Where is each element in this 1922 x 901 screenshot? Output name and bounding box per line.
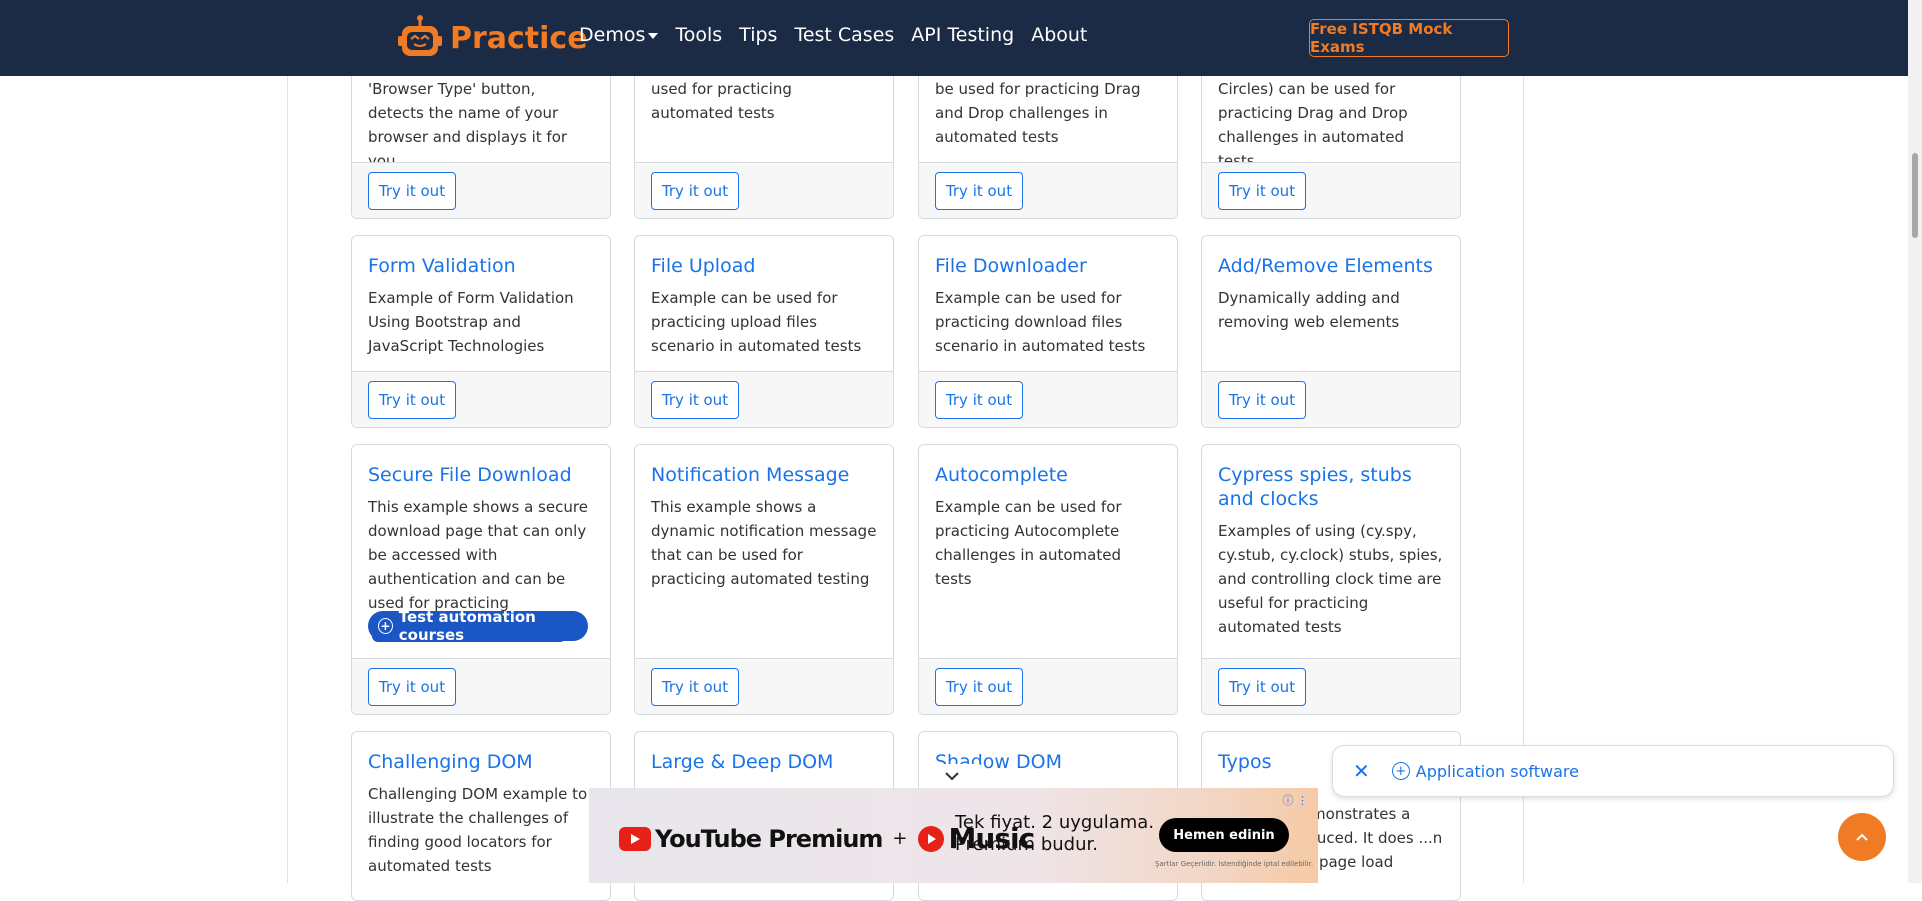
card-file-downloader: File Downloader Example can be used for … <box>918 235 1178 428</box>
card-text: Dynamically adding and removing web elem… <box>1218 289 1400 331</box>
brand-name: Practice <box>450 20 588 56</box>
card-text: used for practicing automated tests <box>651 80 792 122</box>
robot-logo-icon <box>398 15 442 56</box>
card-title[interactable]: Cypress spies, stubs and clocks <box>1218 463 1444 511</box>
test-automation-courses-chip[interactable]: + Test automation courses <box>368 608 588 644</box>
brand[interactable]: Practice <box>396 14 588 62</box>
free-istqb-mock-exams-button[interactable]: Free ISTQB Mock Exams <box>1309 19 1509 57</box>
caret-down-icon <box>648 32 659 39</box>
card-title[interactable]: File Downloader <box>935 254 1161 278</box>
card-title[interactable]: Notification Message <box>651 463 877 487</box>
nav-links: Demos Tools Tips Test Cases API Testing … <box>579 24 1104 46</box>
card-footer: Try it out <box>635 162 893 218</box>
ad-cta-button[interactable]: Hemen edinin <box>1159 818 1289 852</box>
card-text: Examples of using (cy.spy, cy.stub, cy.c… <box>1218 522 1443 636</box>
chevron-up-icon <box>1856 833 1868 841</box>
card-footer: Try it out <box>635 658 893 714</box>
try-it-out-button[interactable]: Try it out <box>935 668 1023 706</box>
card-file-upload: File Upload Example can be used for prac… <box>634 235 894 428</box>
plus-circle-icon: + <box>378 618 393 634</box>
try-it-out-button[interactable]: Try it out <box>368 668 456 706</box>
card-title[interactable]: Add/Remove Elements <box>1218 254 1444 278</box>
card-title[interactable]: Autocomplete <box>935 463 1161 487</box>
container-border-left <box>287 76 288 883</box>
card-text: Example can be used for practicing uploa… <box>651 289 862 355</box>
card-cypress-spies: Cypress spies, stubs and clocks Examples… <box>1201 444 1461 715</box>
card-text: 'Browser Type' button, detects the name … <box>368 80 568 170</box>
nav-demos-dropdown[interactable]: Demos <box>579 24 659 46</box>
nav-tips[interactable]: Tips <box>739 24 777 46</box>
card-footer: Try it out <box>635 371 893 427</box>
chip-label: Test automation courses <box>398 608 536 644</box>
card-text: Challenging DOM example to illustrate th… <box>368 785 588 875</box>
try-it-out-button[interactable]: Try it out <box>368 381 456 419</box>
card-footer: Try it out <box>352 658 610 714</box>
scrollbar-thumb[interactable] <box>1912 153 1918 238</box>
back-to-top-button[interactable] <box>1838 813 1886 861</box>
try-it-out-button[interactable]: Try it out <box>651 668 739 706</box>
card-footer: Try it out <box>1202 371 1460 427</box>
card-title[interactable]: Form Validation <box>368 254 594 278</box>
plus-circle-icon: + <box>1391 762 1410 780</box>
card-text: Example can be used for practicing downl… <box>935 289 1146 355</box>
ad-tagline-1: Tek fiyat. 2 uygulama. <box>955 812 1155 833</box>
nav-demos-label: Demos <box>579 24 646 46</box>
nav-about[interactable]: About <box>1031 24 1087 46</box>
card-footer: Try it out <box>352 371 610 427</box>
card-text: Example of Form Validation Using Bootstr… <box>368 289 574 355</box>
youtube-premium-ad[interactable]: YouTube Premium + Music Tek fiyat. 2 uyg… <box>589 788 1318 883</box>
try-it-out-button[interactable]: Try it out <box>935 172 1023 210</box>
card-autocomplete: Autocomplete Example can be used for pra… <box>918 444 1178 715</box>
card-title[interactable]: Challenging DOM <box>368 750 594 774</box>
card-title[interactable]: File Upload <box>651 254 877 278</box>
ad-info-icon[interactable]: ⓘ ⋮ <box>1283 792 1309 808</box>
card-footer: Try it out <box>1202 658 1460 714</box>
nav-test-cases[interactable]: Test Cases <box>794 24 894 46</box>
youtube-music-logo-icon <box>917 825 944 852</box>
ad-tagline: Tek fiyat. 2 uygulama. Premium budur. <box>955 812 1154 856</box>
card-footer: Try it out <box>919 162 1177 218</box>
youtube-logo-icon <box>619 826 651 851</box>
card-title[interactable]: Secure File Download <box>368 463 594 487</box>
application-software-ad-pill[interactable]: ✕ + Application software <box>1332 745 1894 797</box>
nav-tools[interactable]: Tools <box>675 24 722 46</box>
card-title[interactable]: Large & Deep DOM <box>651 750 877 774</box>
card-form-validation: Form Validation Example of Form Validati… <box>351 235 611 428</box>
card-footer: Try it out <box>919 658 1177 714</box>
ad-tagline-2: Premium budur. <box>955 834 1098 855</box>
application-software-label: Application software <box>1415 761 1579 781</box>
nav-api-testing[interactable]: API Testing <box>911 24 1014 46</box>
try-it-out-button[interactable]: Try it out <box>1218 381 1306 419</box>
ad-brand1: YouTube Premium <box>655 824 883 853</box>
card-text: be used for practicing Drag and Drop cha… <box>935 80 1141 146</box>
ad-plus: + <box>892 828 908 849</box>
card-text: Example can be used for practicing Autoc… <box>935 498 1122 588</box>
card-notification-message: Notification Message This example shows … <box>634 444 894 715</box>
navbar: Practice Demos Tools Tips Test Cases API… <box>0 0 1908 76</box>
try-it-out-button[interactable]: Try it out <box>935 381 1023 419</box>
page-scrollbar[interactable] <box>1908 0 1922 883</box>
card-footer: Try it out <box>352 162 610 218</box>
card-add-remove-elements: Add/Remove Elements Dynamically adding a… <box>1201 235 1461 428</box>
try-it-out-button[interactable]: Try it out <box>651 172 739 210</box>
ad-disclaimer: Şartlar Geçerlidir. İstendiğinde iptal e… <box>1155 860 1314 868</box>
card-footer: Try it out <box>919 371 1177 427</box>
chevron-down-icon <box>945 772 959 781</box>
try-it-out-button[interactable]: Try it out <box>651 381 739 419</box>
try-it-out-button[interactable]: Try it out <box>1218 668 1306 706</box>
try-it-out-button[interactable]: Try it out <box>1218 172 1306 210</box>
card-text: This example shows a dynamic notificatio… <box>651 498 877 588</box>
card-text: Circles) can be used for practicing Drag… <box>1218 80 1408 170</box>
close-icon[interactable]: ✕ <box>1353 759 1370 783</box>
card-challenging-dom: Challenging DOM Challenging DOM example … <box>351 731 611 901</box>
card-secure-file-download: Secure File Download This example shows … <box>351 444 611 715</box>
try-it-out-button[interactable]: Try it out <box>368 172 456 210</box>
ad-collapse-tab[interactable] <box>922 764 982 788</box>
card-footer: Try it out <box>1202 162 1460 218</box>
